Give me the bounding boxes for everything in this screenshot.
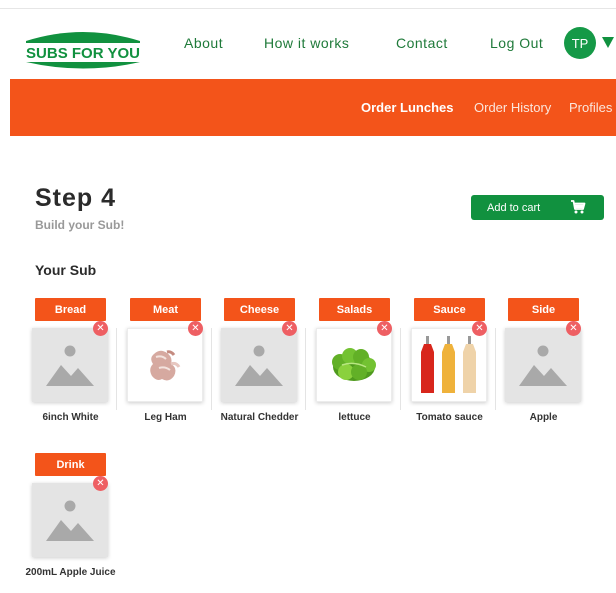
nav-contact[interactable]: Contact — [396, 35, 448, 51]
category-label: Bread — [35, 298, 106, 321]
nav-about[interactable]: About — [184, 35, 223, 51]
tab-profiles[interactable]: Profiles — [569, 100, 612, 115]
category-label: Drink — [35, 453, 106, 476]
remove-icon[interactable]: ✕ — [377, 321, 392, 336]
site-header: SUBS FOR YOU About How it works Contact … — [0, 9, 616, 78]
user-avatar[interactable]: TP — [564, 27, 596, 59]
remove-icon[interactable]: ✕ — [93, 321, 108, 336]
svg-text:SUBS FOR YOU: SUBS FOR YOU — [26, 45, 140, 62]
order-nav-banner: Order Lunches Order History Profiles — [10, 79, 616, 136]
category-label: Salads — [319, 298, 390, 321]
category-label: Sauce — [414, 298, 485, 321]
divider — [211, 328, 212, 410]
top-border — [0, 0, 616, 9]
divider — [495, 328, 496, 410]
item-name: 200mL Apple Juice — [25, 567, 116, 578]
category-label: Meat — [130, 298, 201, 321]
remove-icon[interactable]: ✕ — [188, 321, 203, 336]
sauce-bottles-image — [411, 328, 487, 402]
remove-icon[interactable]: ✕ — [282, 321, 297, 336]
item-name: Apple — [529, 412, 558, 423]
your-sub-heading: Your Sub — [35, 262, 97, 278]
remove-icon[interactable]: ✕ — [93, 476, 108, 491]
divider — [400, 328, 401, 410]
page-subtitle: Build your Sub! — [35, 218, 125, 232]
add-to-cart-label: Add to cart — [487, 202, 541, 214]
placeholder-image-icon — [32, 483, 108, 557]
nav-log-out[interactable]: Log Out — [490, 35, 543, 51]
divider — [305, 328, 306, 410]
placeholder-image-icon — [32, 328, 108, 402]
tab-order-lunches[interactable]: Order Lunches — [361, 100, 453, 115]
divider — [116, 328, 117, 410]
placeholder-image-icon — [221, 328, 297, 402]
ham-image — [127, 328, 203, 402]
add-to-cart-button[interactable]: Add to cart — [471, 195, 604, 220]
placeholder-image-icon — [505, 328, 581, 402]
page-title: Step 4 — [35, 184, 117, 212]
category-label: Cheese — [224, 298, 295, 321]
category-label: Side — [508, 298, 579, 321]
cart-icon — [570, 199, 586, 218]
caret-down-icon[interactable] — [602, 37, 614, 48]
tab-order-history[interactable]: Order History — [474, 100, 551, 115]
remove-icon[interactable]: ✕ — [566, 321, 581, 336]
remove-icon[interactable]: ✕ — [472, 321, 487, 336]
lettuce-image — [316, 328, 392, 402]
nav-how-it-works[interactable]: How it works — [264, 35, 349, 51]
subs-for-you-logo[interactable]: SUBS FOR YOU — [22, 24, 144, 69]
